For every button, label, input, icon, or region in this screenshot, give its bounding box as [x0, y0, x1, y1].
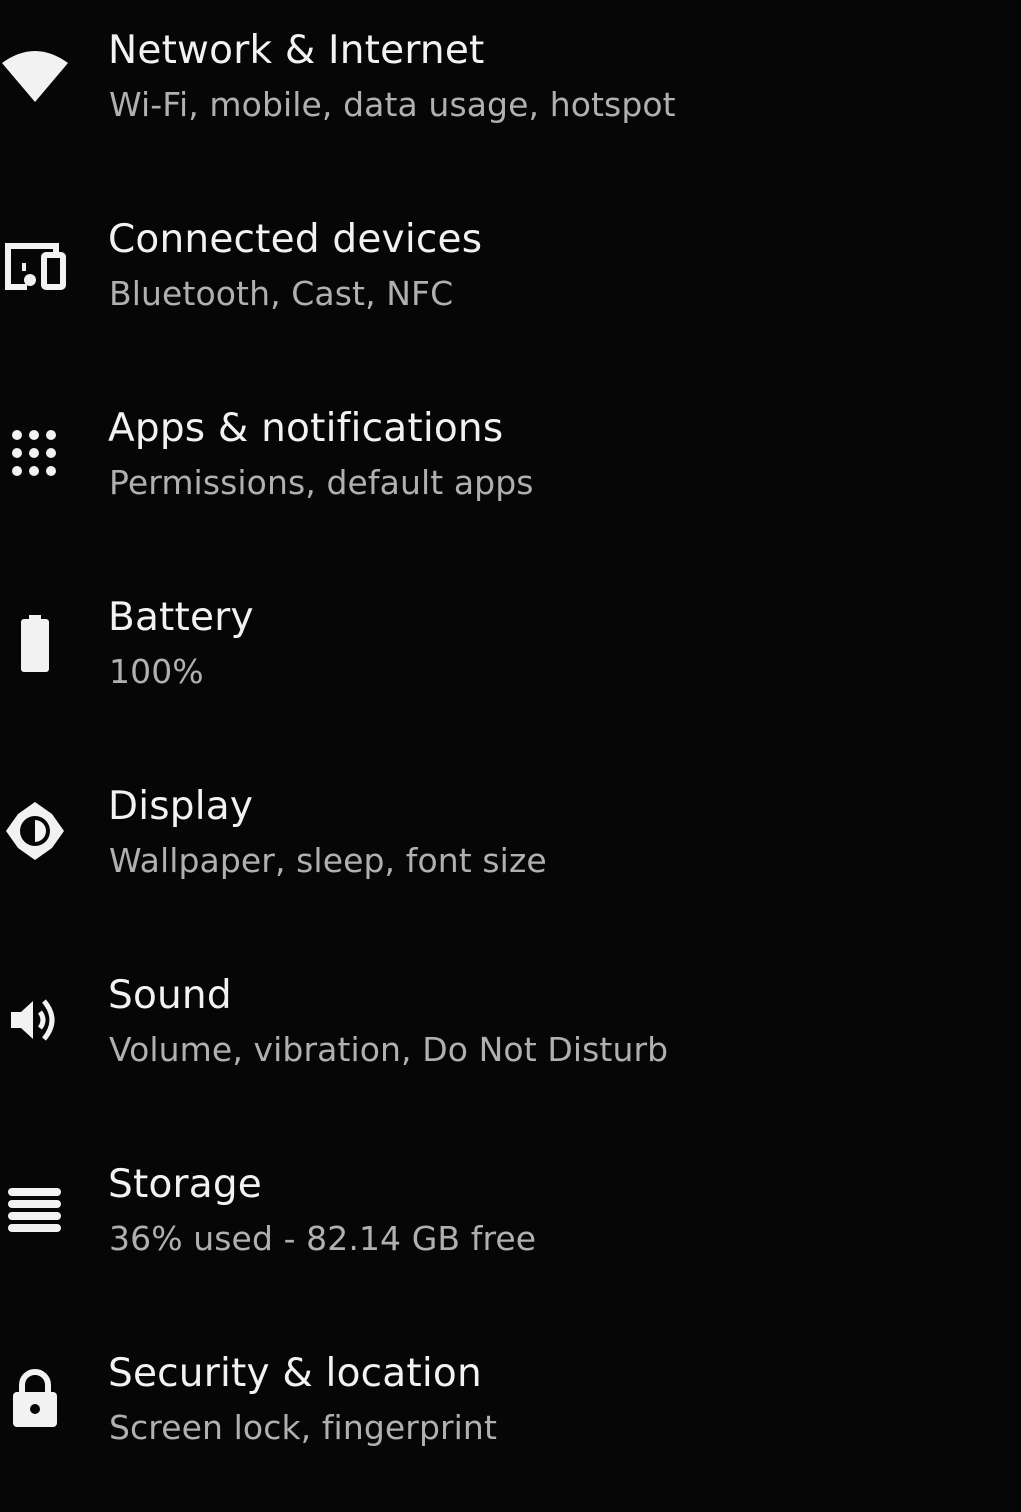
settings-item-network[interactable]: Network & Internet Wi-Fi, mobile, data u… [0, 0, 1021, 189]
item-title: Sound [108, 973, 232, 1018]
item-summary: Wi-Fi, mobile, data usage, hotspot [109, 85, 676, 124]
settings-item-security[interactable]: Security & location Screen lock, fingerp… [0, 1323, 1021, 1512]
settings-item-apps[interactable]: Apps & notifications Permissions, defaul… [0, 378, 1021, 567]
settings-list: Network & Internet Wi-Fi, mobile, data u… [0, 0, 1021, 1499]
item-summary: 100% [109, 652, 204, 691]
item-summary: Permissions, default apps [109, 463, 534, 502]
lock-icon [0, 1363, 70, 1433]
item-title: Storage [108, 1162, 262, 1207]
settings-item-battery[interactable]: Battery 100% [0, 567, 1021, 756]
item-summary: Wallpaper, sleep, font size [109, 841, 547, 880]
apps-grid-icon [0, 418, 70, 488]
item-title: Security & location [108, 1351, 482, 1396]
devices-icon [0, 229, 70, 299]
item-title: Connected devices [108, 217, 483, 262]
item-summary: Volume, vibration, Do Not Disturb [109, 1030, 669, 1069]
brightness-icon [0, 796, 70, 866]
battery-icon [0, 607, 70, 677]
wifi-icon [0, 41, 70, 111]
settings-item-sound[interactable]: Sound Volume, vibration, Do Not Disturb [0, 945, 1021, 1134]
settings-item-connected-devices[interactable]: Connected devices Bluetooth, Cast, NFC [0, 189, 1021, 378]
item-title: Network & Internet [108, 28, 485, 73]
item-title: Battery [108, 595, 254, 640]
item-title: Apps & notifications [108, 406, 504, 451]
item-summary: Bluetooth, Cast, NFC [109, 274, 454, 313]
item-summary: Screen lock, fingerprint [109, 1408, 497, 1447]
storage-icon [0, 1175, 70, 1245]
item-title: Display [108, 784, 254, 829]
settings-item-display[interactable]: Display Wallpaper, sleep, font size [0, 756, 1021, 945]
item-summary: 36% used - 82.14 GB free [109, 1219, 537, 1258]
volume-icon [0, 985, 70, 1055]
settings-item-storage[interactable]: Storage 36% used - 82.14 GB free [0, 1134, 1021, 1323]
